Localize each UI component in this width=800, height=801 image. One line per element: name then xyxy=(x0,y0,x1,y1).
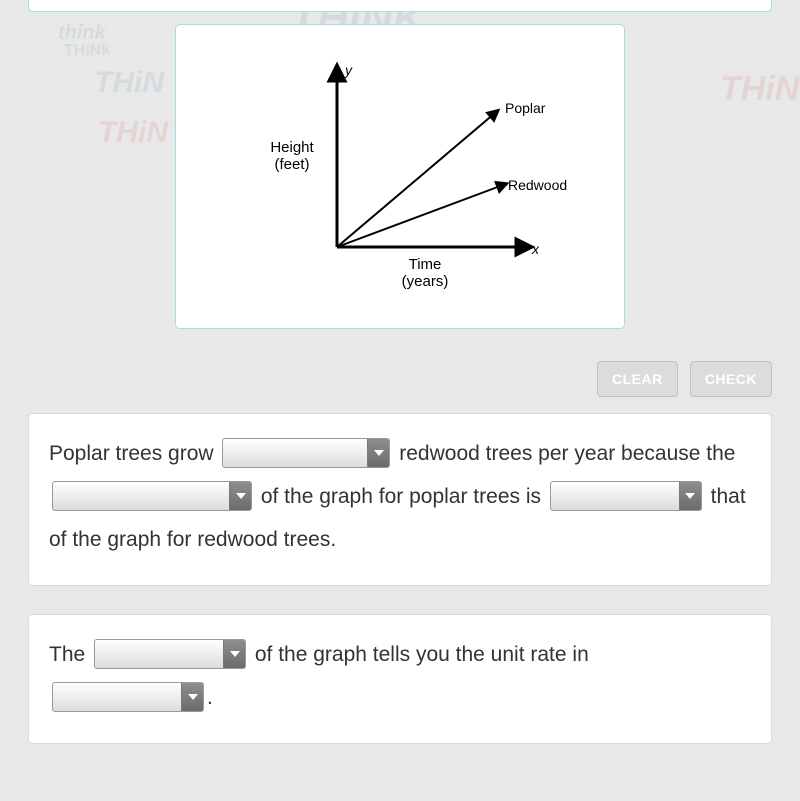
text-s2-p1: The xyxy=(49,643,91,666)
dropdown-4[interactable] xyxy=(94,639,246,669)
dropdown-5[interactable] xyxy=(52,682,204,712)
chevron-down-icon xyxy=(229,482,251,510)
tree-growth-graph: y x Height (feet) Time (years) Poplar Re… xyxy=(225,57,575,297)
check-button[interactable]: CHECK xyxy=(690,361,772,397)
chevron-down-icon xyxy=(679,482,701,510)
text-s1-p3: of the graph for poplar trees is xyxy=(255,485,547,508)
chevron-down-icon xyxy=(367,439,389,467)
answer-panel-2: The of the graph tells you the unit rate… xyxy=(28,614,772,744)
line-label-redwood: Redwood xyxy=(508,177,567,193)
text-s1-p2: redwood trees per year because the xyxy=(393,442,735,465)
y-axis-var: y xyxy=(344,62,353,78)
x-axis-var: x xyxy=(531,241,540,257)
y-axis-title-1: Height xyxy=(270,139,314,156)
dropdown-1[interactable] xyxy=(222,438,390,468)
text-s1-p1: Poplar trees grow xyxy=(49,442,219,465)
text-s2-p2: of the graph tells you the unit rate in xyxy=(249,643,589,666)
chevron-down-icon xyxy=(223,640,245,668)
x-axis-title-1: Time xyxy=(409,256,442,273)
graph-panel: y x Height (feet) Time (years) Poplar Re… xyxy=(175,24,625,329)
text-s2-p3: . xyxy=(207,686,213,709)
y-axis-title-2: (feet) xyxy=(274,156,309,173)
action-buttons: CLEAR CHECK xyxy=(28,361,772,397)
answer-panel-1: Poplar trees grow redwood trees per year… xyxy=(28,413,772,586)
dropdown-3[interactable] xyxy=(550,481,702,511)
chevron-down-icon xyxy=(181,683,203,711)
clear-button[interactable]: CLEAR xyxy=(597,361,678,397)
top-panel-edge xyxy=(28,0,772,12)
main-container: y x Height (feet) Time (years) Poplar Re… xyxy=(0,0,800,744)
dropdown-2[interactable] xyxy=(52,481,252,511)
line-label-poplar: Poplar xyxy=(505,100,546,116)
x-axis-title-2: (years) xyxy=(402,273,449,290)
